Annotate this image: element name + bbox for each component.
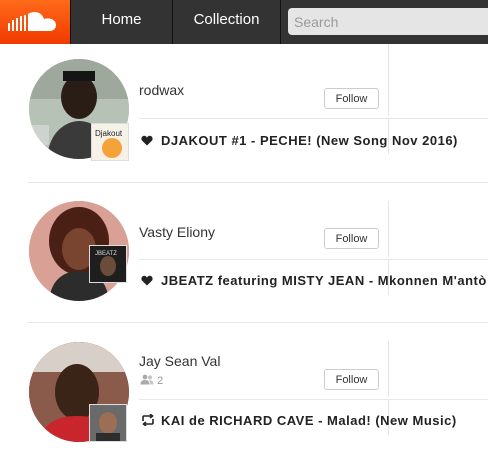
- divider: [388, 341, 389, 397]
- nav-collection[interactable]: Collection: [173, 0, 281, 44]
- soundcloud-logo-icon[interactable]: [0, 0, 70, 44]
- track-artwork[interactable]: JBEATZ: [89, 245, 127, 283]
- divider: [28, 322, 488, 323]
- track-title: DJAKOUT #1 - PECHE! (New Song Nov 2016): [161, 133, 458, 148]
- track-title: KAI de RICHARD CAVE - Malad! (New Music): [161, 413, 457, 428]
- username[interactable]: rodwax: [139, 82, 184, 98]
- track-title: JBEATZ featuring MISTY JEAN - Mkonnen M'…: [161, 273, 488, 288]
- username[interactable]: Vasty Eliony: [139, 224, 215, 240]
- track-title-line[interactable]: JBEATZ featuring MISTY JEAN - Mkonnen M'…: [141, 273, 488, 289]
- divider: [28, 182, 488, 183]
- feed-item: JBEATZ Vasty Eliony Follow JBEATZ featur…: [0, 182, 488, 323]
- followers-number: 2: [157, 375, 164, 387]
- heart-icon[interactable]: [141, 134, 155, 149]
- heart-icon[interactable]: [141, 274, 155, 289]
- svg-text:Djakout: Djakout: [95, 129, 123, 138]
- search-input[interactable]: [288, 8, 488, 35]
- svg-text:JBEATZ: JBEATZ: [95, 251, 117, 257]
- follow-button[interactable]: Follow: [324, 369, 379, 390]
- track-title-line[interactable]: KAI de RICHARD CAVE - Malad! (New Music): [141, 413, 457, 429]
- follow-button[interactable]: Follow: [324, 228, 379, 249]
- divider: [139, 259, 488, 260]
- users-icon: [140, 374, 157, 387]
- track-artwork[interactable]: [89, 404, 127, 442]
- divider: [139, 399, 488, 400]
- feed-item: Djakout rodwax Follow DJAKOUT #1 - PECHE…: [0, 44, 488, 185]
- username[interactable]: Jay Sean Val: [139, 353, 220, 369]
- nav-home[interactable]: Home: [70, 0, 173, 44]
- divider: [139, 118, 488, 119]
- followers-count[interactable]: 2: [140, 374, 163, 387]
- track-artwork[interactable]: Djakout: [91, 123, 129, 161]
- repost-icon[interactable]: [141, 413, 155, 429]
- top-header: Home Collection: [0, 0, 488, 44]
- follow-button[interactable]: Follow: [324, 88, 379, 109]
- feed-item: Jay Sean Val 2 Follow KAI de RICHARD CAV…: [0, 322, 488, 463]
- divider: [388, 201, 389, 257]
- divider: [388, 44, 389, 116]
- track-title-line[interactable]: DJAKOUT #1 - PECHE! (New Song Nov 2016): [141, 133, 458, 149]
